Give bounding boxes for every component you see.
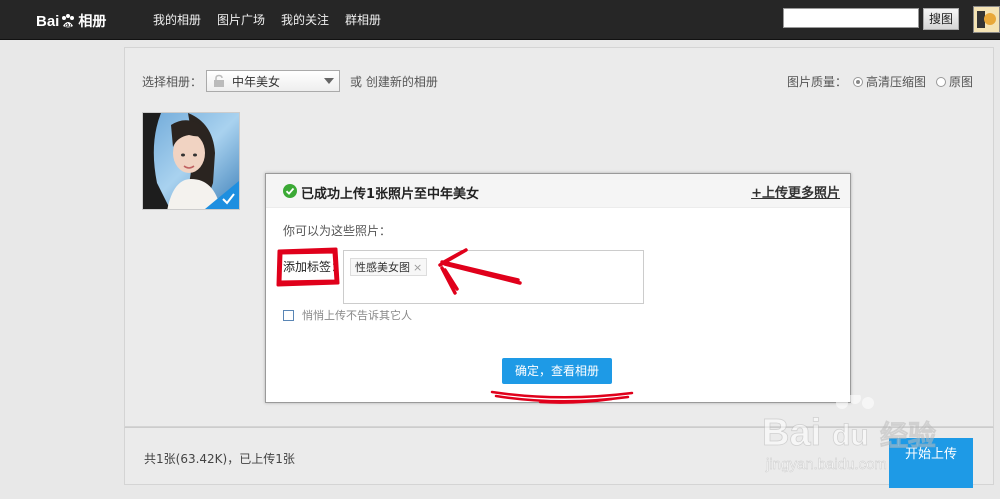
tag-input[interactable]: 性感美女图 × bbox=[343, 250, 644, 304]
quality-options: 图片质量： 高清压缩图 原图 bbox=[787, 73, 973, 90]
upload-more-link[interactable]: +上传更多照片 bbox=[751, 182, 840, 201]
album-select[interactable]: 中年美女 bbox=[206, 70, 341, 92]
quiet-upload-option[interactable]: 悄悄上传不告诉其它人 bbox=[283, 307, 412, 323]
success-check-icon bbox=[283, 184, 297, 198]
tag-chip-label: 性感美女图 bbox=[355, 261, 410, 274]
quality-label: 图片质量： bbox=[786, 75, 847, 89]
svg-text:du: du bbox=[65, 23, 71, 29]
quality-option-compressed[interactable]: 高清压缩图 bbox=[866, 73, 926, 90]
tag-chip[interactable]: 性感美女图 × bbox=[350, 258, 428, 276]
logo-text-bai: Bai bbox=[36, 12, 60, 30]
upload-success-dialog: 已成功上传1张照片至中年美女 +上传更多照片 你可以为这些照片： 添加标签： 性… bbox=[265, 173, 851, 403]
selected-check-icon bbox=[205, 181, 239, 209]
quality-radio-original[interactable] bbox=[935, 76, 946, 87]
album-chooser: 选择相册： 中年美女 或 创建新的相册 bbox=[142, 70, 438, 92]
nav-my-albums[interactable]: 我的相册 bbox=[153, 11, 201, 28]
top-nav: 我的相册 图片广场 我的关注 群相册 bbox=[153, 0, 397, 39]
quality-radio-compressed[interactable] bbox=[852, 76, 863, 87]
album-label: 选择相册： bbox=[142, 74, 203, 89]
upload-footer: 共1张(63.42K)，已上传1张 bbox=[124, 427, 994, 485]
quiet-upload-checkbox[interactable] bbox=[283, 309, 294, 321]
dialog-title: 已成功上传1张照片至中年美女 bbox=[301, 187, 480, 202]
start-upload-button[interactable]: 开始上传 bbox=[889, 438, 973, 488]
top-bar: Bai du 相册 我的相册 图片广场 我的关注 群相册 搜图 bbox=[0, 0, 1000, 40]
dialog-subtitle: 你可以为这些照片： bbox=[283, 224, 392, 238]
baidu-logo[interactable]: Bai du 相册 bbox=[36, 11, 106, 31]
search-button[interactable]: 搜图 bbox=[923, 8, 959, 30]
nav-photo-square[interactable]: 图片广场 bbox=[217, 11, 265, 28]
dialog-header: 已成功上传1张照片至中年美女 +上传更多照片 bbox=[266, 174, 850, 208]
quality-option-original[interactable]: 原图 bbox=[949, 73, 973, 90]
tag-label: 添加标签： bbox=[283, 260, 344, 274]
nav-group-albums[interactable]: 群相册 bbox=[345, 11, 381, 28]
paw-icon: du bbox=[60, 13, 76, 29]
chevron-down-icon bbox=[324, 78, 335, 84]
search-input[interactable] bbox=[783, 8, 919, 28]
lock-icon bbox=[212, 74, 226, 88]
album-selected-value: 中年美女 bbox=[232, 74, 281, 89]
logo-text-album: 相册 bbox=[78, 13, 107, 29]
confirm-view-album-button[interactable]: 确定，查看相册 bbox=[502, 358, 612, 384]
create-album-link[interactable]: 或 创建新的相册 bbox=[350, 73, 438, 90]
close-icon[interactable]: × bbox=[413, 261, 422, 274]
upload-summary: 共1张(63.42K)，已上传1张 bbox=[144, 452, 295, 466]
photo-thumbnail[interactable] bbox=[142, 112, 240, 210]
nav-my-follows[interactable]: 我的关注 bbox=[281, 11, 329, 28]
avatar[interactable] bbox=[973, 6, 1000, 33]
quiet-upload-label: 悄悄上传不告诉其它人 bbox=[302, 309, 412, 322]
